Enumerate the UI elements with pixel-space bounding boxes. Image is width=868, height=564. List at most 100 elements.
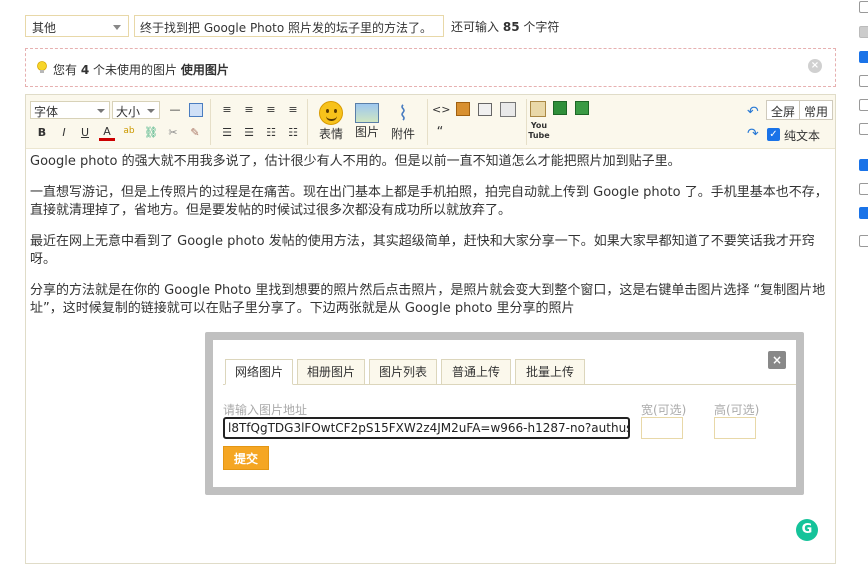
height-input[interactable] <box>714 417 756 439</box>
side-checkbox[interactable] <box>859 26 868 38</box>
notice-prefix: 您有 <box>53 63 78 77</box>
divider <box>526 99 527 145</box>
side-checkbox[interactable] <box>859 183 868 195</box>
media-icon[interactable] <box>478 103 492 116</box>
tab-image-list[interactable]: 图片列表 <box>369 359 437 385</box>
editor-content[interactable]: Google photo 的强大就不用我多说了，估计很少有人不用的。但是以前一直… <box>30 153 828 331</box>
divider <box>307 99 308 145</box>
redo-icon[interactable]: ↷ <box>747 126 759 142</box>
outdent-icon[interactable]: ☰ <box>241 125 257 141</box>
align-left-icon[interactable]: ≡ <box>219 102 235 118</box>
youtube-label: You Tube <box>528 121 550 140</box>
font-label: 字体 <box>34 105 59 119</box>
dialog-body: 网络图片 相册图片 图片列表 普通上传 批量上传 × 请输入图片地址 l8TfQ… <box>213 340 796 487</box>
side-checkbox[interactable] <box>859 75 868 87</box>
size-label: 大小 <box>116 105 141 119</box>
link-icon[interactable]: ⛓ <box>143 125 159 141</box>
insert-image-button[interactable]: 图片 <box>349 99 385 147</box>
unused-images-notice: 您有 4 个未使用的图片 使用图片 × <box>25 48 836 87</box>
tab-normal-upload[interactable]: 普通上传 <box>441 359 511 385</box>
submit-button[interactable]: 提交 <box>223 446 269 470</box>
format-brush-icon[interactable]: ✎ <box>187 125 203 141</box>
horizontal-rule-icon[interactable]: — <box>167 102 183 118</box>
table-icon[interactable] <box>189 103 203 117</box>
plaintext-checkbox[interactable]: ✓ <box>767 128 780 141</box>
side-checkbox[interactable] <box>859 207 868 219</box>
side-checkbox[interactable] <box>859 1 868 13</box>
height-label: 高(可选) <box>714 403 760 417</box>
emoticon-label: 表情 <box>318 127 343 141</box>
remain-suffix: 个字符 <box>523 20 560 34</box>
unordered-list-icon[interactable]: ☷ <box>285 125 301 141</box>
image-url-input[interactable]: l8TfQgTDG3lFOwtCF2pS15FXW2z4JM2uFA=w966-… <box>223 417 630 439</box>
emoticon-button[interactable]: 表情 <box>313 99 349 147</box>
flash-icon[interactable] <box>500 102 516 117</box>
width-input[interactable] <box>641 417 683 439</box>
plaintext-label: 纯文本 <box>784 129 821 143</box>
justify-icon[interactable]: ≡ <box>285 102 301 118</box>
chevron-down-icon <box>113 25 121 30</box>
bold-icon[interactable]: B <box>34 125 50 141</box>
remain-count: 85 <box>502 20 520 34</box>
lock-icon[interactable] <box>456 102 470 116</box>
category-select[interactable]: 其他 <box>25 15 129 37</box>
italic-icon[interactable]: I <box>56 125 72 141</box>
side-checkbox[interactable] <box>859 159 868 171</box>
use-images-link[interactable]: 使用图片 <box>181 63 229 77</box>
indent-icon[interactable]: ☰ <box>219 125 235 141</box>
remain-prefix: 还可输入 <box>451 20 500 34</box>
fullscreen-button[interactable]: 全屏 <box>766 100 801 120</box>
notice-text: 您有 4 个未使用的图片 使用图片 <box>53 61 229 78</box>
list-icon[interactable] <box>575 101 589 115</box>
notice-middle: 个未使用的图片 <box>93 63 178 77</box>
edit-icon[interactable] <box>530 101 546 117</box>
divider <box>427 99 428 145</box>
text-color-icon[interactable]: A <box>99 125 115 141</box>
unlink-icon[interactable]: ✂ <box>165 125 181 141</box>
code-icon[interactable]: <> <box>432 102 450 118</box>
side-checkbox[interactable] <box>859 51 868 63</box>
quote-icon[interactable]: “ <box>432 125 448 141</box>
content-paragraph: 一直想写游记，但是上传照片的过程是在痛苦。现在出门基本上都是手机拍照，拍完自动就… <box>30 185 828 218</box>
grid-icon[interactable] <box>553 101 567 115</box>
paperclip-icon: ⌇ <box>398 101 408 125</box>
attach-label: 附件 <box>390 127 415 141</box>
chevron-down-icon <box>97 109 105 113</box>
width-label: 宽(可选) <box>641 403 687 417</box>
chevron-down-icon <box>147 109 155 113</box>
ordered-list-icon[interactable]: ☷ <box>263 125 279 141</box>
close-icon[interactable]: × <box>808 59 822 73</box>
url-label: 请输入图片地址 <box>223 403 308 417</box>
lightbulb-icon <box>37 61 47 73</box>
attachment-button[interactable]: ⌇ 附件 <box>385 99 421 147</box>
tab-batch-upload[interactable]: 批量上传 <box>515 359 585 385</box>
image-icon <box>355 103 379 123</box>
content-paragraph: Google photo 的强大就不用我多说了，估计很少有人不用的。但是以前一直… <box>30 154 681 169</box>
side-checkbox[interactable] <box>859 99 868 111</box>
category-value: 其他 <box>32 21 57 35</box>
divider <box>210 99 211 145</box>
youtube-icon[interactable]: You Tube <box>528 121 550 145</box>
content-paragraph: 分享的方法就是在你的 Google Photo 里找到想要的照片然后点击照片，是… <box>30 283 826 316</box>
tab-album-image[interactable]: 相册图片 <box>297 359 365 385</box>
grammarly-icon[interactable]: G <box>796 519 818 541</box>
smiley-icon <box>319 101 343 125</box>
title-input[interactable]: 终于找到把 Google Photo 照片发的坛子里的方法了。 <box>134 15 444 37</box>
underline-icon[interactable]: U <box>77 125 93 141</box>
highlight-icon[interactable]: ab <box>121 123 137 139</box>
side-checkbox[interactable] <box>859 235 868 247</box>
close-icon[interactable]: × <box>768 351 786 369</box>
editor-toolbar: 字体 大小 — ≡ ≡ ≡ ≡ B I U A ab ⛓ ✂ ✎ ☰ ☰ ☷ ☷ <box>26 95 835 149</box>
common-button[interactable]: 常用 <box>799 100 834 120</box>
font-family-select[interactable]: 字体 <box>30 101 110 119</box>
content-paragraph: 最近在网上无意中看到了 Google photo 发帖的使用方法，其实超级简单，… <box>30 234 815 267</box>
image-label: 图片 <box>354 125 379 139</box>
notice-count: 4 <box>80 63 90 77</box>
align-center-icon[interactable]: ≡ <box>241 102 257 118</box>
remaining-chars: 还可输入 85 个字符 <box>451 18 559 35</box>
font-size-select[interactable]: 大小 <box>112 101 160 119</box>
side-checkbox[interactable] <box>859 123 868 135</box>
align-right-icon[interactable]: ≡ <box>263 102 279 118</box>
tab-web-image[interactable]: 网络图片 <box>225 359 293 385</box>
undo-icon[interactable]: ↶ <box>747 104 759 120</box>
